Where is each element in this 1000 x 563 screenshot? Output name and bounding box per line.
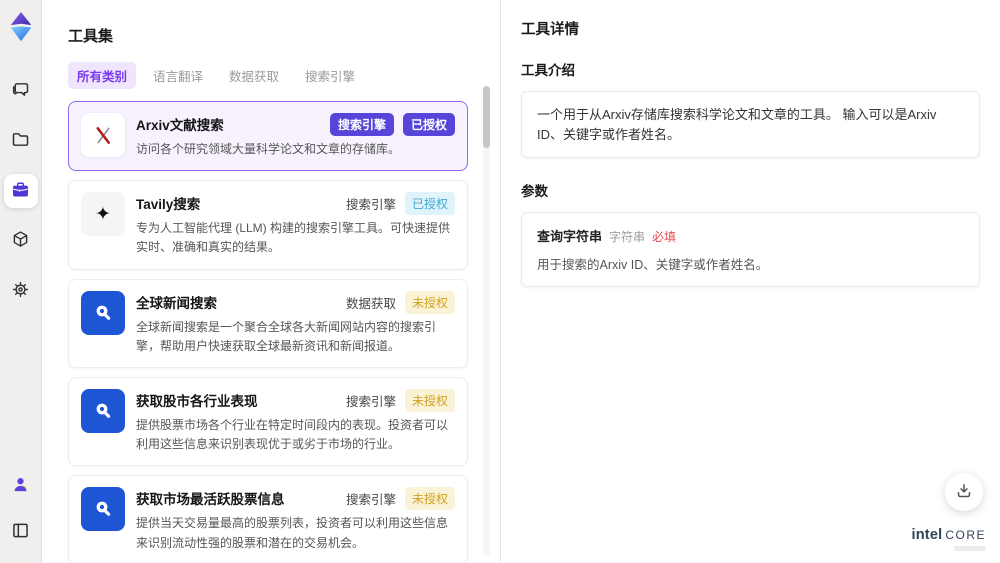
collapse-panel-button[interactable]	[4, 515, 38, 549]
params-heading: 参数	[521, 184, 548, 199]
category-tab-2[interactable]: 数据获取	[220, 62, 288, 89]
folder-icon	[10, 129, 31, 153]
category-tab-3[interactable]: 搜索引擎	[296, 62, 364, 89]
param-name: 查询字符串	[537, 229, 603, 244]
gear-icon	[10, 279, 31, 303]
tool-name: Tavily搜索	[136, 197, 201, 213]
param-required-badge: 必填	[652, 230, 677, 244]
core-wordmark: CORE	[945, 528, 986, 542]
brand-subline	[954, 546, 986, 551]
tool-name: 获取市场最活跃股票信息	[136, 492, 285, 508]
tool-name: Arxiv文献搜索	[136, 118, 224, 133]
category-tag: 搜索引擎	[345, 198, 396, 213]
category-tag: 搜索引擎	[329, 113, 394, 136]
user-avatar-icon	[10, 474, 31, 498]
param-type: 字符串	[609, 230, 646, 244]
category-tabs: 所有类别 语言翻译 数据获取 搜索引擎	[68, 62, 474, 89]
tool-intro-text: 一个用于从Arxiv存储库搜索科学论文和文章的工具。 输入可以是Arxiv ID…	[537, 107, 937, 142]
tool-detail-panel: 工具详情 工具介绍 一个用于从Arxiv存储库搜索科学论文和文章的工具。 输入可…	[500, 0, 1000, 563]
tool-card-1[interactable]: ✦ Tavily搜索 搜索引擎 已授权 专为人工智能代理 (LLM) 构建的搜索…	[68, 180, 468, 270]
scrollbar-thumb[interactable]	[483, 86, 490, 148]
tool-description: 提供当天交易量最高的股票列表，投资者可以利用这些信息来识别流动性强的股票和潜在的…	[136, 516, 449, 550]
search-app-icon	[91, 399, 115, 423]
download-icon	[954, 481, 974, 504]
tool-card-0[interactable]: ✦ Arxiv文献搜索 搜索引擎	[68, 101, 468, 172]
app-logo	[6, 10, 36, 44]
tool-name: 获取股市各行业表现	[136, 393, 258, 409]
auth-status-badge: 未授权	[404, 388, 455, 412]
tool-card-list: ✦ Arxiv文献搜索 搜索引擎	[68, 101, 474, 563]
tavily-sparkle-icon: ✦	[95, 203, 111, 225]
auth-status-badge: 已授权	[404, 192, 455, 216]
user-profile-button[interactable]	[4, 469, 38, 503]
category-tag: 搜索引擎	[345, 493, 396, 508]
layout-panel-icon	[10, 520, 31, 544]
list-scrollbar[interactable]	[483, 86, 490, 556]
auth-status-badge: 未授权	[404, 290, 455, 314]
intro-heading: 工具介绍	[521, 63, 575, 78]
tool-description: 专为人工智能代理 (LLM) 构建的搜索引擎工具。可快速提供实时、准确和真实的结…	[136, 221, 451, 255]
tool-list-panel: 工具集 所有类别语言翻译数据获取搜索引擎 ✦	[42, 0, 500, 563]
search-app-icon	[91, 497, 115, 521]
tool-description: 提供股票市场各个行业在特定时间段内的表现。投资者可以利用这些信息来识别表现优于或…	[136, 417, 449, 452]
page-title: 工具集	[68, 28, 114, 45]
tool-card-4[interactable]: ✦ 获取市场最活跃股票信息 搜索引擎	[68, 475, 468, 563]
sidebar-item-packages[interactable]	[4, 224, 38, 258]
category-tag: 数据获取	[345, 296, 396, 311]
sidebar-item-settings[interactable]	[4, 274, 38, 308]
briefcase-icon	[10, 179, 31, 203]
intel-wordmark: intel	[911, 527, 943, 543]
sidebar-item-tools[interactable]	[3, 174, 38, 208]
tool-description: 全球新闻搜索是一个聚合全球各大新闻网站内容的搜索引擎，帮助用户快速获取全球最新资…	[136, 319, 437, 353]
category-tab-1[interactable]: 语言翻译	[144, 62, 212, 89]
intel-core-logo: intel CORE	[912, 526, 986, 551]
cube-icon	[10, 229, 31, 253]
search-app-icon	[91, 301, 115, 325]
sidebar	[0, 0, 42, 563]
category-tag: 搜索引擎	[345, 394, 396, 409]
param-description: 用于搜索的Arxiv ID、关键字或作者姓名。	[537, 258, 769, 272]
auth-status-badge: 未授权	[404, 487, 455, 511]
chat-icon	[10, 79, 31, 103]
parameter-box: 查询字符串 字符串 必填 用于搜索的Arxiv ID、关键字或作者姓名。	[521, 212, 980, 287]
tool-intro-box: 一个用于从Arxiv存储库搜索科学论文和文章的工具。 输入可以是Arxiv ID…	[521, 91, 980, 158]
download-button[interactable]	[945, 473, 983, 511]
auth-status-badge: 已授权	[402, 113, 455, 136]
detail-title: 工具详情	[521, 22, 579, 38]
tool-description: 访问各个研究领域大量科学论文和文章的存储库。	[136, 142, 401, 156]
tool-name: 全球新闻搜索	[136, 295, 217, 311]
sidebar-item-chat[interactable]	[4, 74, 38, 108]
sidebar-item-files[interactable]	[4, 124, 38, 158]
arxiv-logo-icon	[92, 124, 115, 147]
tool-card-2[interactable]: ✦ 全球新闻搜索 数据获取 未授	[68, 278, 468, 368]
tool-card-3[interactable]: ✦ 获取股市各行业表现 搜索引擎	[68, 376, 468, 467]
category-tab-0[interactable]: 所有类别	[68, 62, 137, 89]
